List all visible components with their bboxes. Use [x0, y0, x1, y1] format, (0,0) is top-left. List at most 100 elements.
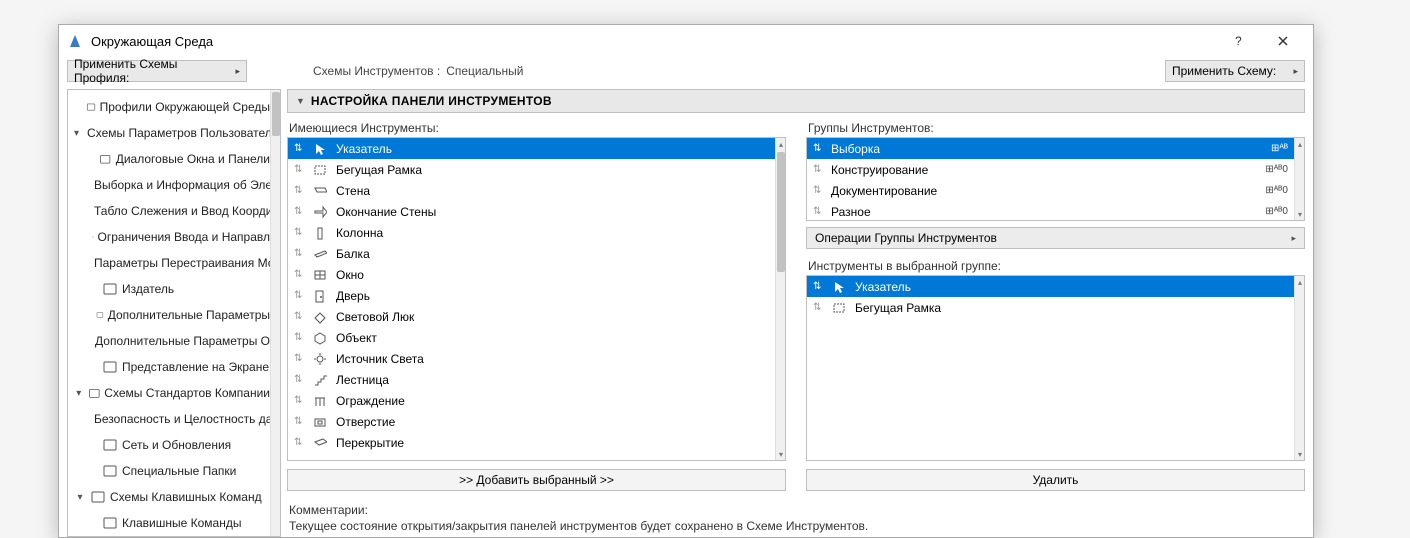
list-item[interactable]: ⇅Отверстие: [288, 411, 775, 432]
group-tools-scrollbar[interactable]: ▴ ▾: [1294, 276, 1304, 460]
list-item[interactable]: ⇅Стена: [288, 180, 775, 201]
list-item[interactable]: ⇅Балка: [288, 243, 775, 264]
list-item[interactable]: ⇅Указатель: [807, 276, 1294, 297]
grip-icon[interactable]: ⇅: [294, 143, 304, 154]
grip-icon[interactable]: ⇅: [294, 374, 304, 385]
sidebar-item[interactable]: Параметры Перестраивания Мо: [68, 250, 270, 276]
breadcrumb-category: Схемы Инструментов :: [313, 64, 440, 78]
group-operations-button[interactable]: Операции Группы Инструментов ▸: [806, 227, 1305, 249]
grip-icon[interactable]: ⇅: [294, 206, 304, 217]
scroll-up-icon[interactable]: ▴: [776, 138, 786, 150]
sidebar-scrollbar[interactable]: [270, 90, 280, 536]
tree-icon: [102, 359, 118, 375]
grip-icon[interactable]: ⇅: [294, 290, 304, 301]
list-item[interactable]: ⇅Источник Света: [288, 348, 775, 369]
scroll-down-icon[interactable]: ▾: [1295, 208, 1305, 220]
available-tools-list[interactable]: ⇅Указатель⇅Бегущая Рамка⇅Стена⇅Окончание…: [287, 137, 786, 461]
sidebar-item[interactable]: Диалоговые Окна и Панели: [68, 146, 270, 172]
list-item[interactable]: ⇅Конструирование⊞ᴬᴮ0: [807, 159, 1294, 180]
breadcrumb-value: Специальный: [446, 64, 523, 78]
sidebar-item[interactable]: ▾Схемы Клавишных Команд: [68, 484, 270, 510]
list-item[interactable]: ⇅Световой Люк: [288, 306, 775, 327]
sidebar-item-label: Схемы Параметров Пользователя: [87, 126, 270, 140]
grip-icon[interactable]: ⇅: [294, 248, 304, 259]
list-item[interactable]: ⇅Разное⊞ᴬᴮ0: [807, 201, 1294, 220]
list-item[interactable]: ⇅Ограждение: [288, 390, 775, 411]
list-item-label: Окно: [336, 268, 769, 282]
close-button[interactable]: [1261, 26, 1305, 56]
sidebar-item[interactable]: Клавишные Команды: [68, 510, 270, 536]
grip-icon[interactable]: ⇅: [813, 206, 823, 217]
sidebar-item[interactable]: ▾Схемы Параметров Пользователя: [68, 120, 270, 146]
list-item[interactable]: ⇅Документирование⊞ᴬᴮ0: [807, 180, 1294, 201]
tool-icon: [312, 415, 328, 429]
tools-scrollbar[interactable]: ▴ ▾: [775, 138, 785, 460]
grip-icon[interactable]: ⇅: [813, 185, 823, 196]
scrollbar-thumb[interactable]: [272, 92, 280, 136]
list-item[interactable]: ⇅Объект: [288, 327, 775, 348]
grip-icon[interactable]: ⇅: [294, 353, 304, 364]
grip-icon[interactable]: ⇅: [294, 395, 304, 406]
grip-icon[interactable]: ⇅: [294, 332, 304, 343]
scroll-up-icon[interactable]: ▴: [1295, 138, 1305, 150]
sidebar-item[interactable]: Табло Слежения и Ввод Коорди: [68, 198, 270, 224]
scroll-down-icon[interactable]: ▾: [1295, 448, 1305, 460]
titlebar: Окружающая Среда ?: [59, 25, 1313, 57]
sidebar-item[interactable]: Представление на Экране: [68, 354, 270, 380]
grip-icon[interactable]: ⇅: [294, 164, 304, 175]
chevron-right-icon: ▸: [1291, 233, 1296, 244]
content-panel: ▼ НАСТРОЙКА ПАНЕЛИ ИНСТРУМЕНТОВ Имеющиес…: [287, 89, 1305, 537]
grip-icon[interactable]: ⇅: [294, 227, 304, 238]
sidebar-item[interactable]: ▾Схемы Стандартов Компании: [68, 380, 270, 406]
grip-icon[interactable]: ⇅: [294, 311, 304, 322]
list-item[interactable]: ⇅Лестница: [288, 369, 775, 390]
groups-scrollbar[interactable]: ▴ ▾: [1294, 138, 1304, 220]
scroll-up-icon[interactable]: ▴: [1295, 276, 1305, 288]
sidebar-item[interactable]: Специальные Папки: [68, 458, 270, 484]
list-item[interactable]: ⇅Окончание Стены: [288, 201, 775, 222]
sidebar-item-label: Специальные Папки: [122, 464, 236, 478]
sidebar-item[interactable]: Профили Окружающей Среды: [68, 94, 270, 120]
grip-icon[interactable]: ⇅: [294, 269, 304, 280]
sidebar-item-label: Профили Окружающей Среды: [100, 100, 270, 114]
list-item[interactable]: ⇅ Окно: [288, 264, 775, 285]
grip-icon[interactable]: ⇅: [294, 437, 304, 448]
tree-icon: [102, 281, 118, 297]
scrollbar-thumb[interactable]: [777, 152, 785, 272]
sidebar-item[interactable]: Дополнительные Параметры О: [68, 328, 270, 354]
list-item[interactable]: ⇅Бегущая Рамка: [288, 159, 775, 180]
grip-icon[interactable]: ⇅: [294, 185, 304, 196]
sidebar-item[interactable]: Ограничения Ввода и Направл: [68, 224, 270, 250]
grip-icon[interactable]: ⇅: [294, 416, 304, 427]
grip-icon[interactable]: ⇅: [813, 302, 823, 313]
group-tools-list[interactable]: ⇅Указатель⇅Бегущая Рамка ▴ ▾: [806, 275, 1305, 461]
sidebar-item[interactable]: Издатель: [68, 276, 270, 302]
sidebar-item[interactable]: Безопасность и Целостность да: [68, 406, 270, 432]
sidebar-item[interactable]: Дополнительные Параметры: [68, 302, 270, 328]
badge: ⊞ᴬᴮ0: [1265, 185, 1288, 196]
sidebar-item[interactable]: Сеть и Обновления: [68, 432, 270, 458]
list-item[interactable]: ⇅Выборка⊞ᴬᴮ: [807, 138, 1294, 159]
list-item[interactable]: ⇅Колонна: [288, 222, 775, 243]
grip-icon[interactable]: ⇅: [813, 164, 823, 175]
groups-list[interactable]: ⇅Выборка⊞ᴬᴮ⇅Конструирование⊞ᴬᴮ0⇅Документ…: [806, 137, 1305, 221]
list-item-label: Конструирование: [831, 163, 1257, 177]
grip-icon[interactable]: ⇅: [813, 281, 823, 292]
help-button[interactable]: ?: [1217, 26, 1261, 56]
remove-button[interactable]: Удалить: [806, 469, 1305, 491]
list-item[interactable]: ⇅Указатель: [288, 138, 775, 159]
sidebar-item[interactable]: Выборка и Информация об Эле: [68, 172, 270, 198]
grip-icon[interactable]: ⇅: [813, 143, 823, 154]
add-selected-button[interactable]: >> Добавить выбранный >>: [287, 469, 786, 491]
tree-icon: [96, 307, 104, 323]
list-item[interactable]: ⇅Перекрытие: [288, 432, 775, 453]
scroll-down-icon[interactable]: ▾: [776, 448, 786, 460]
apply-profile-schemes-button[interactable]: Применить Схемы Профиля: ▸: [67, 60, 247, 82]
list-item[interactable]: ⇅Бегущая Рамка: [807, 297, 1294, 318]
chevron-right-icon: ▸: [1293, 66, 1298, 77]
sidebar-item-label: Представление на Экране: [122, 360, 269, 374]
main-area: Профили Окружающей Среды▾Схемы Параметро…: [59, 85, 1313, 537]
apply-scheme-button[interactable]: Применить Схему: ▸: [1165, 60, 1305, 82]
panel-header[interactable]: ▼ НАСТРОЙКА ПАНЕЛИ ИНСТРУМЕНТОВ: [287, 89, 1305, 113]
list-item[interactable]: ⇅Дверь: [288, 285, 775, 306]
